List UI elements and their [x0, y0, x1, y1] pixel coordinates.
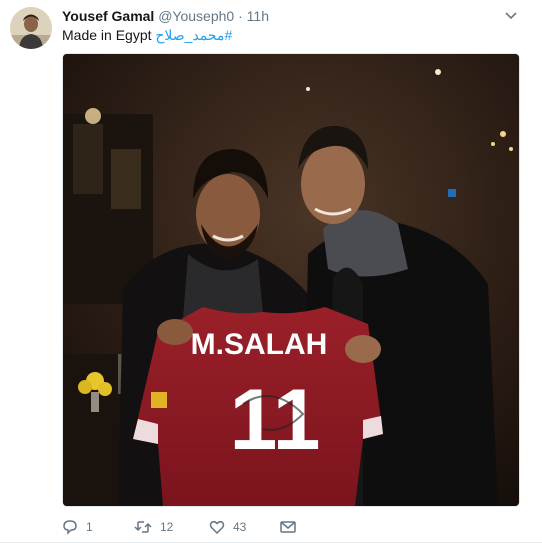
author-name[interactable]: Yousef Gamal	[62, 8, 154, 24]
tweet-header: Yousef Gamal @Youseph0 · 11h	[62, 7, 269, 25]
author-handle[interactable]: @Youseph0	[158, 8, 234, 24]
chevron-down-icon[interactable]	[504, 9, 518, 21]
tweet-text-body: Made in Egypt	[62, 27, 156, 43]
tweet-text: Made in Egypt محمد_صلاح#	[62, 26, 232, 44]
tweet: Yousef Gamal @Youseph0 · 11h Made in Egy…	[0, 0, 542, 543]
like-icon	[209, 519, 225, 535]
avatar-photo	[10, 7, 52, 49]
retweet-count: 12	[160, 520, 174, 534]
retweet-icon	[134, 519, 152, 535]
photo-illustration: M.SALAH 11	[63, 54, 519, 506]
like-button[interactable]: 43	[209, 517, 246, 537]
tweet-photo[interactable]: M.SALAH 11	[62, 53, 520, 507]
retweet-button[interactable]: 12	[134, 517, 173, 537]
jersey-name: M.SALAH	[191, 328, 328, 361]
like-count: 43	[233, 520, 247, 534]
tweet-actions: 1 12 43	[62, 517, 362, 539]
message-icon	[280, 520, 296, 534]
tweet-time[interactable]: 11h	[247, 8, 269, 24]
reply-button[interactable]: 1	[62, 517, 93, 537]
message-button[interactable]	[280, 517, 296, 537]
separator-dot: ·	[238, 8, 243, 24]
avatar[interactable]	[10, 7, 52, 49]
reply-icon	[62, 519, 78, 535]
reply-count: 1	[86, 520, 93, 534]
hashtag-link[interactable]: محمد_صلاح#	[155, 27, 232, 43]
jersey-number: 11	[230, 372, 321, 468]
